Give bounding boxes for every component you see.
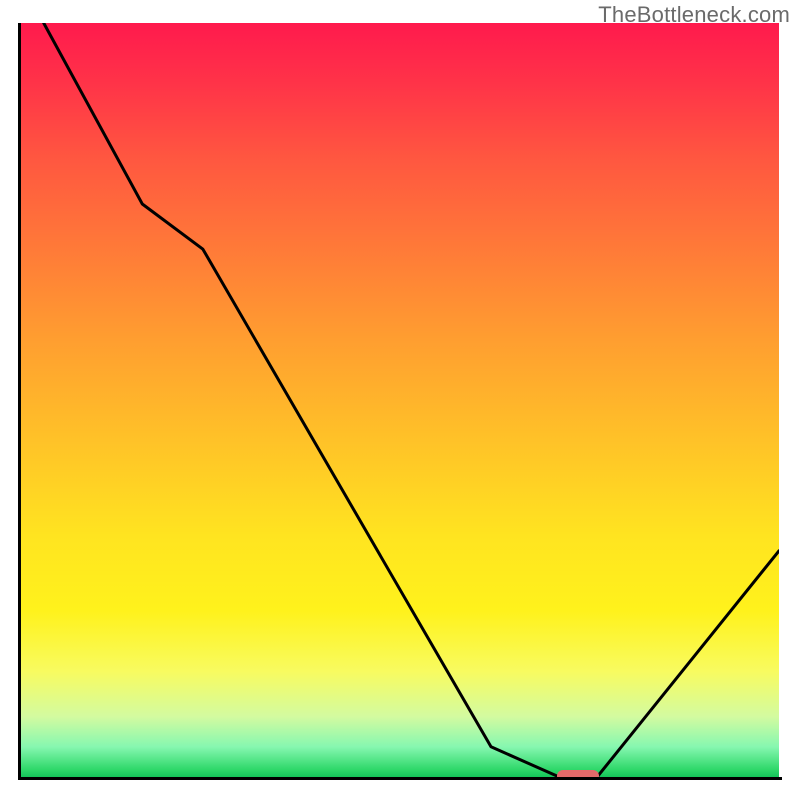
bottleneck-curve (21, 23, 779, 777)
y-axis-line (18, 23, 21, 780)
plot-area (21, 23, 779, 777)
optimal-range-marker (557, 770, 599, 777)
x-axis-line (18, 777, 782, 780)
chart-canvas: TheBottleneck.com (0, 0, 800, 800)
